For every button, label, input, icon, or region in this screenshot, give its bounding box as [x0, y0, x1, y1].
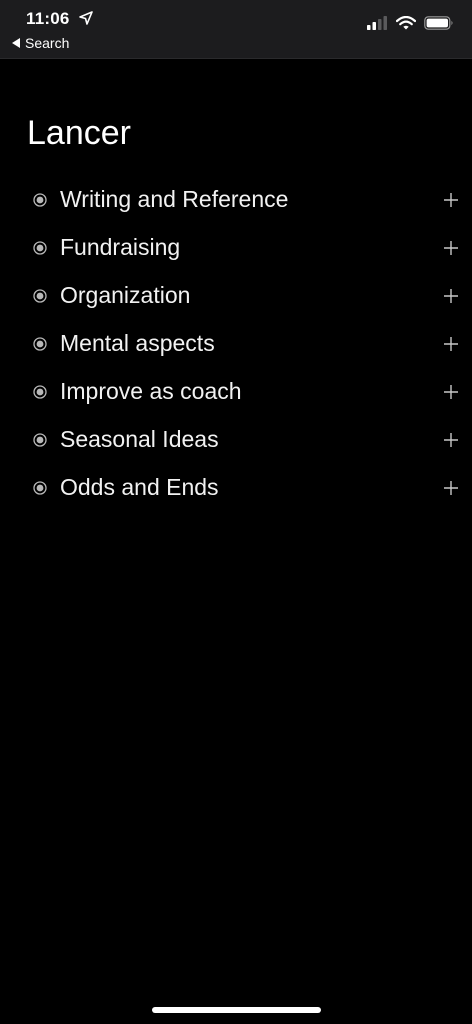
topic-label: Fundraising	[60, 234, 181, 260]
radio-bullet-icon	[33, 241, 47, 255]
radio-bullet-icon	[33, 481, 47, 495]
topic-item-odds-and-ends[interactable]: Odds and Ends	[0, 464, 472, 512]
radio-bullet-icon	[33, 337, 47, 351]
wifi-icon	[396, 16, 416, 30]
status-bar: 11:06 Search	[0, 0, 472, 59]
topic-label: Organization	[60, 282, 191, 308]
topic-list: Writing and Reference Fundraising Organi…	[0, 176, 472, 512]
topic-item-fundraising[interactable]: Fundraising	[0, 224, 472, 272]
back-triangle-icon	[12, 38, 20, 48]
plus-icon[interactable]	[442, 335, 460, 353]
back-to-search-button[interactable]: Search	[12, 35, 69, 51]
topic-label: Mental aspects	[60, 330, 215, 356]
radio-bullet-icon	[33, 385, 47, 399]
plus-icon[interactable]	[442, 479, 460, 497]
radio-bullet-icon	[33, 289, 47, 303]
plus-icon[interactable]	[442, 431, 460, 449]
topic-item-writing-and-reference[interactable]: Writing and Reference	[0, 176, 472, 224]
back-label: Search	[25, 35, 70, 51]
home-indicator[interactable]	[152, 1007, 321, 1013]
status-time: 11:06	[26, 9, 70, 28]
topic-item-mental-aspects[interactable]: Mental aspects	[0, 320, 472, 368]
radio-bullet-icon	[33, 433, 47, 447]
topic-item-seasonal-ideas[interactable]: Seasonal Ideas	[0, 416, 472, 464]
screen: 11:06 Search Lancer Writing and Referenc…	[0, 0, 472, 1024]
radio-bullet-icon	[33, 193, 47, 207]
page-title: Lancer	[27, 114, 131, 152]
topic-label: Odds and Ends	[60, 474, 219, 500]
topic-label: Writing and Reference	[60, 186, 289, 212]
plus-icon[interactable]	[442, 383, 460, 401]
topic-item-organization[interactable]: Organization	[0, 272, 472, 320]
topic-item-improve-as-coach[interactable]: Improve as coach	[0, 368, 472, 416]
cellular-signal-icon	[367, 16, 387, 30]
plus-icon[interactable]	[442, 191, 460, 209]
topic-label: Seasonal Ideas	[60, 426, 219, 452]
status-indicators	[366, 16, 454, 30]
location-arrow-icon	[79, 11, 93, 25]
plus-icon[interactable]	[442, 239, 460, 257]
topic-label: Improve as coach	[60, 378, 242, 404]
plus-icon[interactable]	[442, 287, 460, 305]
battery-icon	[424, 16, 453, 30]
